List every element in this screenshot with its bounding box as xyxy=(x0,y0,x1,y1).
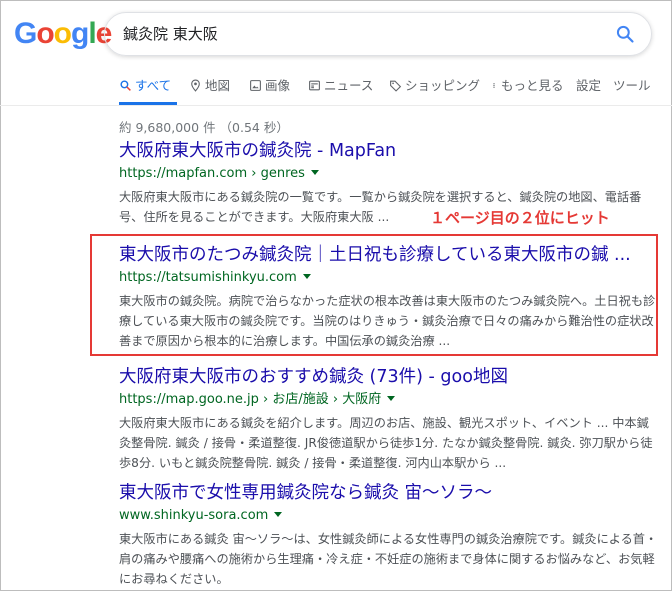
result-url[interactable]: https://map.goo.ne.jp › お店/施設 › 大阪府 xyxy=(119,391,659,409)
result-title-link[interactable]: 東大阪市で女性専用鍼灸院なら鍼灸 宙〜ソラ〜 xyxy=(119,482,659,504)
tab-label: もっと見る xyxy=(501,78,564,93)
annotation-label: １ページ目の２位にヒット xyxy=(430,209,610,227)
result-title-link[interactable]: 大阪府東大阪市の鍼灸院 - MapFan xyxy=(119,140,659,162)
logo-letter: l xyxy=(88,17,96,50)
tab-label: 画像 xyxy=(265,78,291,93)
image-icon xyxy=(250,80,261,91)
tag-icon xyxy=(390,80,402,92)
tab-label: 地図 xyxy=(205,78,231,93)
result-url-text: https://mapfan.com › genres xyxy=(119,166,305,181)
google-logo[interactable]: Google xyxy=(14,17,112,51)
news-icon xyxy=(309,80,320,91)
result-url[interactable]: www.shinkyu-sora.com xyxy=(119,507,659,525)
search-icon xyxy=(120,80,131,91)
result-stats: 約 9,680,000 件 （0.54 秒） xyxy=(119,120,289,135)
search-result: 大阪府東大阪市のおすすめ鍼灸 (73件) - goo地図 https://map… xyxy=(119,366,659,473)
tab-shopping[interactable]: ショッピング xyxy=(389,78,480,94)
highlight-box xyxy=(90,234,658,356)
search-box[interactable]: 鍼灸院 東大阪 xyxy=(104,12,652,56)
result-url[interactable]: https://mapfan.com › genres xyxy=(119,165,659,183)
tab-maps[interactable]: 地図 xyxy=(189,78,230,94)
caret-down-icon[interactable] xyxy=(387,396,396,401)
search-result: 東大阪市で女性専用鍼灸院なら鍼灸 宙〜ソラ〜 www.shinkyu-sora.… xyxy=(119,482,659,589)
search-input[interactable]: 鍼灸院 東大阪 xyxy=(123,13,593,55)
result-url-text: https://map.goo.ne.jp › お店/施設 › 大阪府 xyxy=(119,392,382,407)
caret-down-icon[interactable] xyxy=(310,170,319,175)
tab-all[interactable]: すべて xyxy=(119,78,171,94)
logo-letter: g xyxy=(71,17,89,50)
tab-tools[interactable]: ツール xyxy=(613,78,651,94)
result-snippet: 東大阪市にある鍼灸 宙〜ソラ〜は、女性鍼灸師による女性専門の鍼灸治療院です。鍼灸… xyxy=(119,532,658,586)
tab-label: ニュース xyxy=(324,78,374,93)
result-url-text: www.shinkyu-sora.com xyxy=(119,508,269,523)
tabs-divider xyxy=(0,105,672,106)
caret-down-icon[interactable] xyxy=(274,512,283,517)
more-vert-icon xyxy=(493,83,495,88)
map-pin-icon xyxy=(191,79,200,92)
tab-label: すべて xyxy=(135,78,172,93)
tab-news[interactable]: ニュース xyxy=(308,78,373,94)
search-tabs: すべて 地図 画像 ニュース ショッピング もっと見る 設定 ツール xyxy=(119,78,664,94)
logo-letter: o xyxy=(36,17,54,50)
result-snippet: 大阪府東大阪市にある鍼灸を紹介します。周辺のお店、施設、観光スポット、イベント … xyxy=(119,416,653,470)
tab-more[interactable]: もっと見る xyxy=(491,78,564,94)
logo-letter: G xyxy=(14,17,37,50)
tab-images[interactable]: 画像 xyxy=(249,78,290,94)
result-title-link[interactable]: 大阪府東大阪市のおすすめ鍼灸 (73件) - goo地図 xyxy=(119,366,659,388)
tab-label: ショッピング xyxy=(405,78,481,93)
tab-settings[interactable]: 設定 xyxy=(576,78,601,94)
logo-letter: o xyxy=(53,17,72,50)
search-icon[interactable] xyxy=(615,24,635,44)
